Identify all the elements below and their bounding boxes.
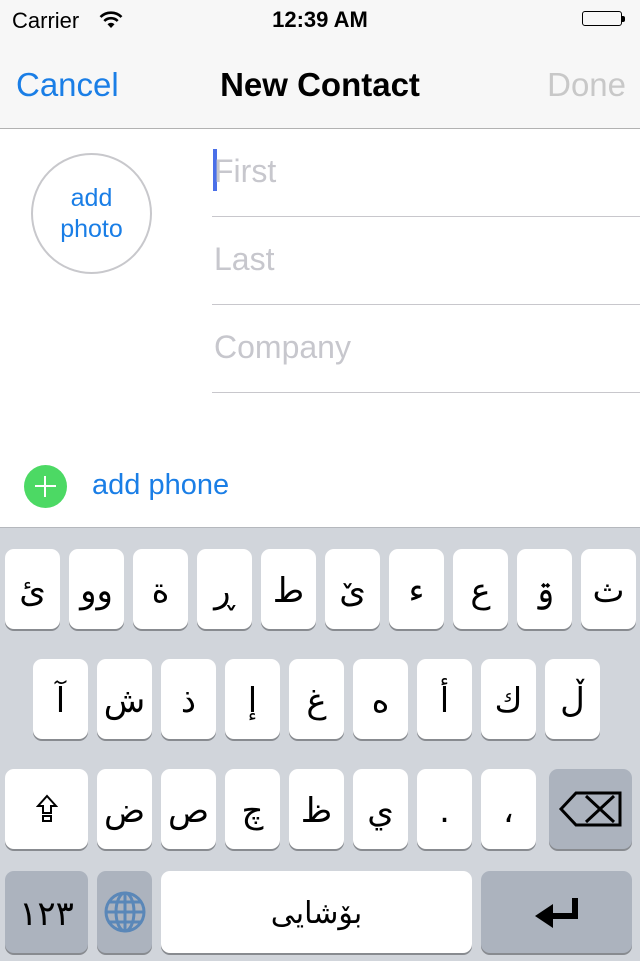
key-label: وو xyxy=(80,571,113,611)
key[interactable]: چ xyxy=(225,769,280,849)
company-input[interactable] xyxy=(214,327,614,367)
add-phone-button[interactable]: add phone xyxy=(24,465,424,509)
key[interactable]: ك xyxy=(481,659,536,739)
done-button[interactable]: Done xyxy=(547,66,626,104)
key[interactable]: ئ xyxy=(5,549,60,629)
key[interactable]: ض xyxy=(97,769,152,849)
last-name-input[interactable] xyxy=(214,239,614,279)
return-icon xyxy=(534,898,578,928)
backspace-icon xyxy=(558,791,621,827)
battery-full-icon xyxy=(582,11,626,28)
last-name-field-row xyxy=(212,217,640,305)
key-label: غ xyxy=(306,681,327,721)
key[interactable]: وو xyxy=(69,549,124,629)
first-name-input[interactable] xyxy=(214,151,614,191)
key[interactable]: ظ xyxy=(289,769,344,849)
add-photo-label-line1: add xyxy=(70,183,113,212)
key[interactable]: ه xyxy=(353,659,408,739)
key-label: . xyxy=(439,791,450,831)
key-label: ي xyxy=(367,791,394,831)
key-label: ڕ xyxy=(214,571,235,611)
navigation-bar: Cancel New Contact Done xyxy=(0,40,640,129)
numbers-key[interactable]: ١٢٣ xyxy=(5,871,88,953)
first-name-field-row xyxy=(212,129,640,217)
space-key-label: بۆشایی xyxy=(270,896,363,931)
key-label: ه xyxy=(371,681,390,721)
numbers-key-label: ١٢٣ xyxy=(19,894,74,934)
page-title: New Contact xyxy=(220,66,420,103)
key[interactable]: ص xyxy=(161,769,216,849)
delete-key[interactable] xyxy=(549,769,632,849)
key-label: ء xyxy=(408,571,425,611)
key[interactable]: . xyxy=(417,769,472,849)
globe-icon xyxy=(104,891,145,933)
key-label: ئ xyxy=(19,571,46,611)
key-label: ڵ xyxy=(560,681,585,721)
status-bar: Carrier 12:39 AM xyxy=(0,0,640,40)
key-label: ع xyxy=(470,571,491,611)
key[interactable]: ، xyxy=(481,769,536,849)
key[interactable]: ث xyxy=(581,549,636,629)
key[interactable]: ۊ xyxy=(517,549,572,629)
key-label: ۊ xyxy=(534,571,555,611)
key[interactable]: أ xyxy=(417,659,472,739)
key[interactable]: ذ xyxy=(161,659,216,739)
key-label: ، xyxy=(503,791,514,831)
key-label: ك xyxy=(494,681,523,721)
return-key[interactable] xyxy=(481,871,632,953)
key[interactable]: ة xyxy=(133,549,188,629)
key-label: أ xyxy=(439,681,450,721)
clock: 12:39 AM xyxy=(272,7,368,32)
key[interactable]: آ xyxy=(33,659,88,739)
shift-key[interactable] xyxy=(5,769,88,849)
keyboard: ئ وو ة ڕ ط ێ ء ع ۊ ث آ ش ذ إ غ ه أ ك ڵ ض… xyxy=(0,527,640,961)
add-photo-label-line2: photo xyxy=(60,214,123,243)
key-label: ة xyxy=(151,571,170,611)
add-phone-label: add phone xyxy=(92,469,230,501)
add-photo-button[interactable]: add photo xyxy=(31,153,152,274)
key-label: ظ xyxy=(300,791,333,831)
key-label: ط xyxy=(272,571,305,611)
key[interactable]: ء xyxy=(389,549,444,629)
key[interactable]: ع xyxy=(453,549,508,629)
key[interactable]: إ xyxy=(225,659,280,739)
key-label: ذ xyxy=(180,681,197,721)
company-field-row xyxy=(212,305,640,393)
key-label: ێ xyxy=(339,571,366,611)
key-label: ش xyxy=(103,681,146,721)
globe-key[interactable] xyxy=(97,871,152,953)
key[interactable]: ي xyxy=(353,769,408,849)
key[interactable]: ڕ xyxy=(197,549,252,629)
key-label: ث xyxy=(592,571,625,611)
key-label: چ xyxy=(241,791,264,831)
key-label: آ xyxy=(55,681,66,721)
key[interactable]: ێ xyxy=(325,549,380,629)
key[interactable]: غ xyxy=(289,659,344,739)
shift-icon xyxy=(35,794,58,822)
key[interactable]: ط xyxy=(261,549,316,629)
key-label: ض xyxy=(103,791,146,831)
space-key[interactable]: بۆشایی xyxy=(161,871,472,953)
key-label: ص xyxy=(167,791,210,831)
plus-circle-icon xyxy=(24,465,67,508)
key-label: إ xyxy=(247,681,258,721)
key[interactable]: ش xyxy=(97,659,152,739)
key[interactable]: ڵ xyxy=(545,659,600,739)
